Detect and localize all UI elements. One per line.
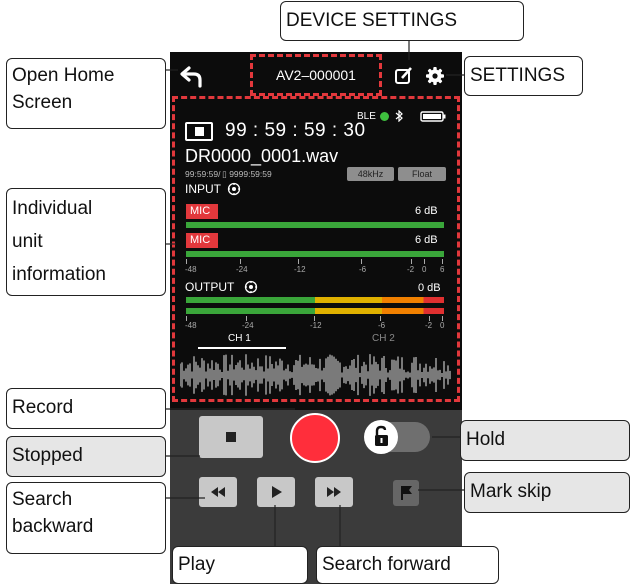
callout-play-text: Play (178, 554, 215, 575)
callout-device-settings: DEVICE SETTINGS (280, 1, 524, 41)
callout-hold: Hold (460, 420, 630, 461)
callout-search-forward: Search forward (316, 546, 499, 584)
callout-unit-info: Individual unit information (6, 188, 166, 296)
callout-unit-info-line2: unit (12, 231, 43, 252)
callout-settings-text: SETTINGS (470, 65, 566, 86)
callout-search-backward-line1: Search (12, 489, 73, 510)
callout-record: Record (6, 388, 166, 429)
callout-stopped: Stopped (6, 436, 166, 477)
callout-open-home: Open Home Screen (6, 58, 166, 129)
callout-search-forward-text: Search forward (322, 554, 451, 575)
callout-open-home-line2: Screen (12, 92, 73, 113)
callout-record-text: Record (12, 397, 74, 418)
callout-mark-skip: Mark skip (464, 472, 630, 513)
callout-mark-skip-text: Mark skip (470, 481, 552, 502)
callout-hold-text: Hold (466, 429, 506, 450)
callout-device-settings-text: DEVICE SETTINGS (286, 10, 458, 31)
callout-stopped-text: Stopped (12, 445, 83, 466)
callout-settings: SETTINGS (464, 56, 583, 96)
callout-unit-info-line3: information (12, 264, 106, 285)
callout-open-home-line1: Open Home (12, 65, 115, 86)
callout-search-backward-line2: backward (12, 516, 94, 537)
callout-play: Play (172, 546, 308, 584)
callout-search-backward: Search backward (6, 482, 166, 554)
callout-unit-info-line1: Individual (12, 198, 93, 219)
